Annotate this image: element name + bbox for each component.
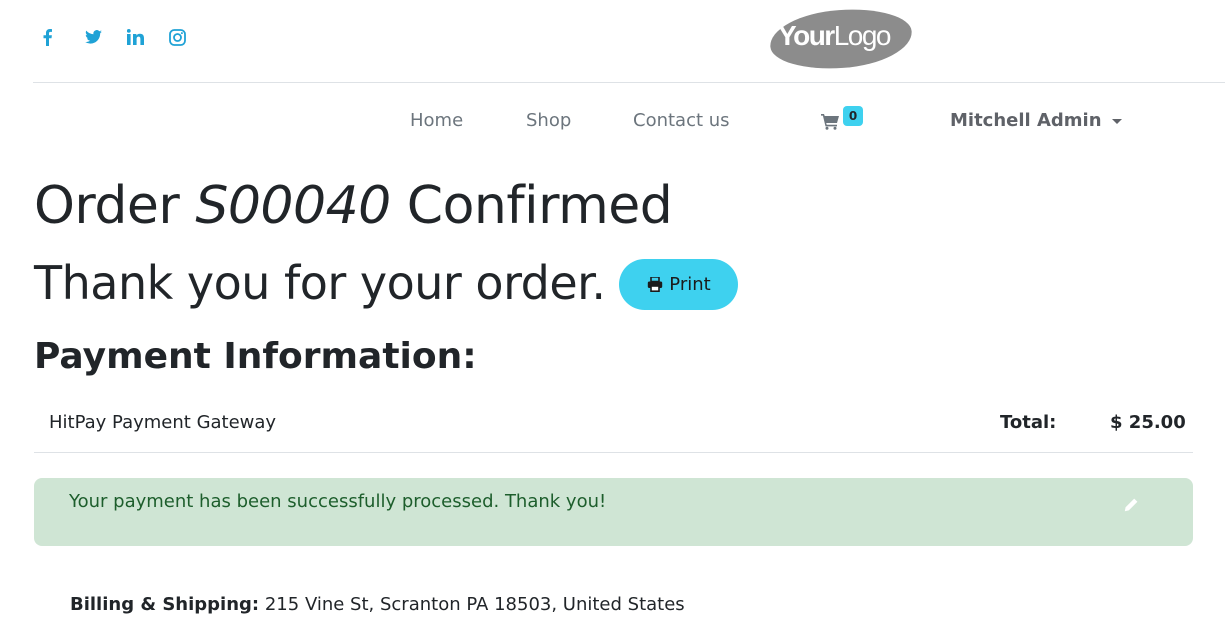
billing-label: Billing & Shipping: — [70, 594, 260, 615]
user-menu[interactable]: Mitchell Admin — [950, 110, 1122, 131]
cart-icon — [821, 114, 839, 130]
cart-count-badge: 0 — [843, 106, 863, 126]
total-value: $ 25.00 — [1110, 412, 1186, 433]
chevron-down-icon — [1111, 119, 1122, 124]
print-button[interactable]: Print — [619, 259, 739, 310]
logo-light-text: Logo — [833, 20, 892, 51]
nav-contact[interactable]: Contact us — [633, 110, 730, 131]
linkedin-icon[interactable] — [124, 26, 166, 48]
order-number: S00040 — [195, 176, 391, 236]
logo-bold-text: Your — [778, 20, 835, 51]
payment-row: HitPay Payment Gateway Total: $ 25.00 — [34, 395, 1193, 453]
user-name: Mitchell Admin — [950, 110, 1102, 131]
payment-heading: Payment Information: — [34, 336, 477, 377]
header-divider — [33, 82, 1225, 83]
printer-icon — [648, 277, 663, 292]
payment-method: HitPay Payment Gateway — [49, 412, 277, 433]
pencil-icon[interactable] — [1124, 498, 1138, 512]
title-prefix: Order — [34, 176, 180, 236]
payment-success-alert: Your payment has been successfully proce… — [34, 478, 1193, 546]
instagram-icon[interactable] — [166, 26, 208, 48]
nav-shop[interactable]: Shop — [526, 110, 571, 131]
page-title: Order S00040 Confirmed — [34, 176, 673, 236]
billing-shipping: Billing & Shipping: 215 Vine St, Scranto… — [70, 594, 685, 615]
cart-button[interactable]: 0 — [821, 106, 871, 136]
total-label: Total: — [1000, 412, 1057, 433]
facebook-icon[interactable] — [40, 26, 82, 48]
twitter-icon[interactable] — [82, 26, 124, 48]
thank-you-heading: Thank you for your order. — [34, 255, 606, 310]
social-links — [40, 26, 208, 48]
logo-text: YourLogo — [778, 20, 892, 52]
print-label: Print — [669, 274, 711, 295]
title-suffix: Confirmed — [406, 176, 673, 236]
billing-address: 215 Vine St, Scranton PA 18503, United S… — [264, 594, 685, 615]
nav-home[interactable]: Home — [410, 110, 463, 131]
alert-message: Your payment has been successfully proce… — [69, 491, 607, 512]
site-logo[interactable]: YourLogo — [768, 5, 914, 73]
thanks-row: Thank you for your order. Print — [34, 255, 739, 310]
